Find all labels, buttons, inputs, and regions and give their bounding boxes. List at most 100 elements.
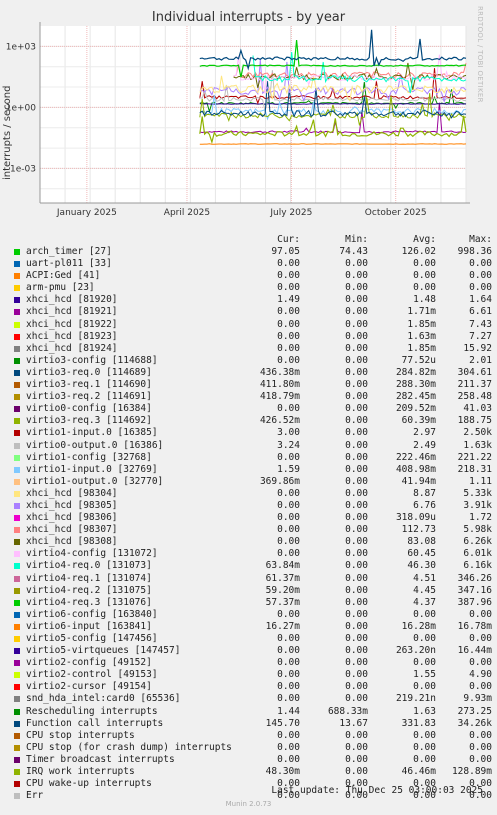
value-cur: 97.05 <box>271 246 300 257</box>
value-min: 0.00 <box>345 403 368 415</box>
value-max: 188.75 <box>457 415 492 427</box>
legend-swatch <box>14 611 20 618</box>
value-avg: 46.30 <box>407 560 436 572</box>
value-cur: 145.70 <box>265 717 300 729</box>
value-cur: 0.00 <box>277 451 300 463</box>
value-avg: 2.97 <box>413 427 436 439</box>
legend-swatch <box>14 418 20 425</box>
x-tick-label: January 2025 <box>56 208 117 218</box>
legend-swatch <box>14 442 20 449</box>
value-min: 0.00 <box>345 560 368 572</box>
legend-label: xhci_hcd [81920] <box>26 294 118 306</box>
value-avg: 126.02 <box>401 246 436 257</box>
legend-row: virtio3-req.0 [114689] 436.38m 0.00 284.82m… <box>12 367 492 379</box>
legend-swatch <box>14 369 20 376</box>
value-avg: 1.55 <box>413 669 436 681</box>
legend-swatch <box>14 478 20 485</box>
legend-label: virtio2-control [49153] <box>26 669 158 681</box>
value-avg: 60.45 <box>407 548 436 560</box>
value-cur: 1.59 <box>277 463 300 475</box>
legend-swatch <box>14 732 20 739</box>
value-min: 0.00 <box>345 427 368 439</box>
legend-swatch <box>14 769 20 776</box>
y-tick-label: 1e-03 <box>10 164 36 174</box>
value-avg: 222.46m <box>395 451 436 463</box>
value-min: 0.00 <box>345 318 368 330</box>
value-max: 6.01k <box>463 548 492 560</box>
legend-swatch <box>14 394 20 401</box>
legend-label: virtio3-req.2 [114691] <box>26 391 152 403</box>
value-cur: 48.30m <box>265 766 300 778</box>
value-max: 0.00 <box>469 270 492 282</box>
value-avg: 1.85m <box>407 318 436 330</box>
legend-label: xhci_hcd [81922] <box>26 318 118 330</box>
value-cur: 0.00 <box>277 669 300 681</box>
legend-label: IRQ work interrupts <box>26 766 135 778</box>
value-cur: 0.00 <box>277 729 300 741</box>
value-min: 0.00 <box>345 633 368 644</box>
legend-label: virtio3-req.3 [114692] <box>26 415 152 427</box>
value-min: 0.00 <box>345 669 368 681</box>
value-max: 0.00 <box>469 681 492 693</box>
value-cur: 3.00 <box>277 427 300 439</box>
legend-row: virtio3-req.3 [114692] 426.52m 0.00 60.39m 1… <box>12 415 492 427</box>
value-cur: 418.79m <box>259 391 300 403</box>
legend-row: xhci_hcd [81923] 0.00 0.00 1.63m 7.27 <box>12 331 492 343</box>
value-cur: 57.37m <box>265 596 300 608</box>
value-max: 6.16k <box>463 560 492 572</box>
legend-row: xhci_hcd [98308] 0.00 0.00 83.08 6.26k <box>12 536 492 548</box>
value-cur: 0.00 <box>277 548 300 560</box>
value-min: 0.00 <box>345 391 368 403</box>
legend-row: virtio3-req.1 [114690] 411.80m 0.00 288.30m… <box>12 379 492 391</box>
legend-label: xhci_hcd [98306] <box>26 512 118 524</box>
legend-label: snd_hda_intel:card0 [65536] <box>26 693 181 705</box>
value-cur: 0.00 <box>277 403 300 415</box>
legend-header: Cur: Min: Avg: Max: <box>12 233 492 246</box>
value-min: 0.00 <box>345 294 368 306</box>
value-max: 0.00 <box>469 741 492 753</box>
legend-label: virtio4-req.3 [131076] <box>26 596 152 608</box>
legend-swatch <box>14 515 20 522</box>
legend-row: snd_hda_intel:card0 [65536] 0.00 0.00 219.2… <box>12 693 492 705</box>
legend-row: Rescheduling interrupts 1.44 688.33m 1.63 27… <box>12 706 492 718</box>
value-avg: 318.09u <box>395 512 436 524</box>
legend-row: arch_timer [27] 97.05 74.43 126.02 998.36 <box>12 246 492 258</box>
value-min: 0.00 <box>345 741 368 753</box>
legend-row: virtio1-output.0 [32770] 369.86m 0.00 41.94… <box>12 476 492 488</box>
value-min: 0.00 <box>345 487 368 499</box>
value-cur: 0.00 <box>277 342 300 354</box>
value-max: 1.11 <box>469 475 492 487</box>
value-max: 346.26 <box>457 572 492 584</box>
legend-label: virtio4-req.2 [131075] <box>26 584 152 596</box>
value-max: 2.01 <box>469 354 492 366</box>
value-cur: 0.00 <box>277 681 300 693</box>
legend-swatch <box>14 430 20 437</box>
value-cur: 0.00 <box>277 657 300 669</box>
legend-label: virtio4-config [131072] <box>26 548 158 560</box>
legend-label: virtio2-cursor [49154] <box>26 681 152 693</box>
chart-plot: 1e+03 1e+00 1e-03 January 2025 April 2025 Jul… <box>6 22 470 218</box>
legend-label: xhci_hcd [98308] <box>26 536 118 548</box>
value-avg: 112.73 <box>401 524 436 536</box>
value-max: 998.36 <box>457 246 492 257</box>
value-cur: 1.49 <box>277 294 300 306</box>
value-min: 0.00 <box>345 354 368 366</box>
legend-swatch <box>14 285 20 292</box>
legend-swatch <box>14 357 20 364</box>
value-min: 0.00 <box>345 766 368 778</box>
value-min: 0.00 <box>345 536 368 548</box>
value-avg: 4.45 <box>413 584 436 596</box>
value-min: 0.00 <box>345 608 368 620</box>
legend-label: xhci_hcd [81923] <box>26 330 118 342</box>
last-update: Last update: Thu Dec 25 03:00:03 2025 <box>271 785 483 796</box>
legend-swatch <box>14 309 20 316</box>
legend-row: virtio0-config [16384] 0.00 0.00 209.52m 41.… <box>12 403 492 415</box>
value-cur: 0.00 <box>277 512 300 524</box>
legend-label: CPU stop (for crash dump) interrupts <box>26 741 232 753</box>
value-avg: 8.87 <box>413 487 436 499</box>
value-cur: 0.00 <box>277 330 300 342</box>
legend-swatch <box>14 781 20 788</box>
legend-row: virtio0-output.0 [16386] 3.24 0.00 2.49 1.63… <box>12 440 492 452</box>
value-max: 0.00 <box>469 729 492 741</box>
value-max: 304.61 <box>457 366 492 378</box>
